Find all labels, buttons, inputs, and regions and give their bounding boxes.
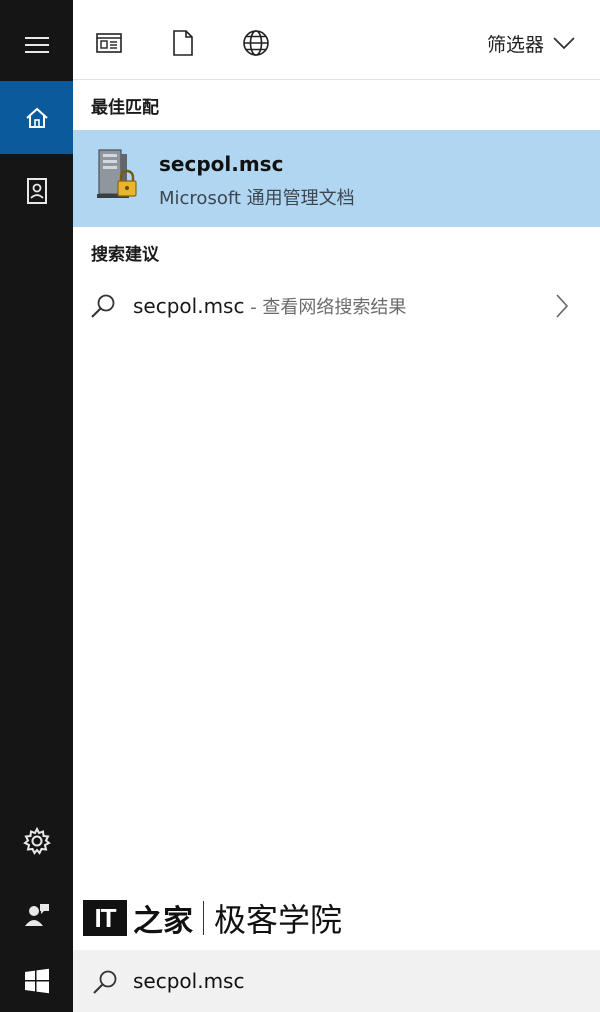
filter-label: 筛选器 bbox=[486, 33, 544, 56]
suggestion-text: secpol.msc - 查看网络搜索结果 bbox=[133, 293, 406, 319]
watermark-logo: IT bbox=[83, 900, 127, 936]
best-match-heading: 最佳匹配 bbox=[91, 98, 159, 118]
watermark-text: 极客学院 bbox=[214, 901, 343, 939]
suggestion-hint: - 查看网络搜索结果 bbox=[244, 297, 407, 318]
best-match-subtitle: Microsoft 通用管理文档 bbox=[159, 188, 355, 209]
best-match-result[interactable]: secpol.msc Microsoft 通用管理文档 bbox=[73, 130, 600, 227]
tab-documents[interactable] bbox=[167, 27, 199, 59]
hamburger-menu-icon bbox=[24, 36, 49, 53]
windows-start-icon bbox=[24, 968, 49, 994]
search-scope-bar: 筛选器 bbox=[73, 0, 600, 80]
start-sidebar bbox=[0, 0, 73, 1012]
notebook-icon bbox=[26, 177, 47, 204]
home-icon bbox=[25, 107, 48, 128]
settings-gear-icon bbox=[22, 826, 51, 855]
search-results-panel: 筛选器 最佳匹配 secpol.msc Microsoft 通用管理文档 搜索建… bbox=[73, 0, 600, 1012]
tab-web[interactable] bbox=[240, 27, 272, 59]
chevron-down-icon bbox=[553, 37, 575, 50]
secpol-server-lock-icon bbox=[97, 149, 137, 198]
start-button[interactable] bbox=[0, 950, 73, 1012]
search-box bbox=[73, 950, 600, 1012]
document-icon bbox=[173, 30, 193, 56]
watermark-divider bbox=[203, 901, 204, 935]
apps-window-icon bbox=[96, 33, 122, 53]
web-globe-icon bbox=[243, 30, 269, 56]
chevron-right-icon bbox=[556, 294, 569, 318]
watermark: IT 之家 极客学院 bbox=[83, 896, 342, 940]
search-icon bbox=[91, 294, 115, 318]
best-match-title: secpol.msc bbox=[159, 152, 284, 176]
settings-button[interactable] bbox=[0, 804, 73, 877]
notebook-button[interactable] bbox=[0, 154, 73, 227]
suggestions-heading: 搜索建议 bbox=[91, 245, 159, 265]
filter-dropdown[interactable]: 筛选器 bbox=[487, 28, 576, 58]
web-suggestion-item[interactable]: secpol.msc - 查看网络搜索结果 bbox=[73, 278, 600, 334]
user-feedback-icon bbox=[24, 903, 49, 926]
search-input[interactable] bbox=[133, 965, 573, 997]
tab-apps[interactable] bbox=[93, 27, 125, 59]
hamburger-menu-button[interactable] bbox=[0, 8, 73, 81]
search-icon bbox=[93, 970, 117, 994]
watermark-glyph: 之家 bbox=[133, 904, 193, 939]
home-button[interactable] bbox=[0, 81, 73, 154]
suggestion-query: secpol.msc bbox=[133, 294, 245, 318]
feedback-button[interactable] bbox=[0, 877, 73, 950]
